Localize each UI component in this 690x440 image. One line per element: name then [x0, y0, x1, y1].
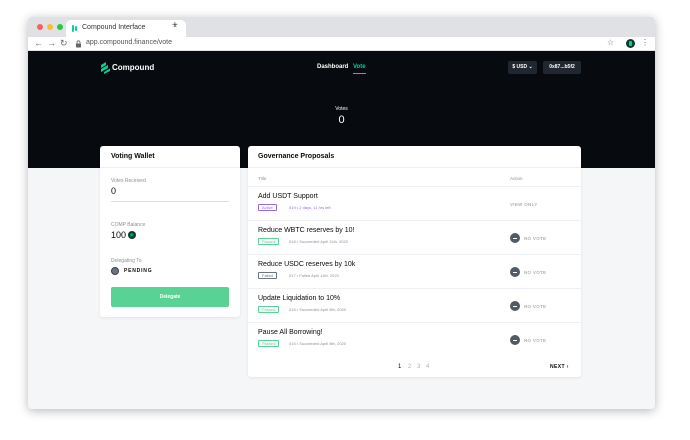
nav-active-underline	[353, 73, 366, 74]
proposal-row[interactable]: Reduce USDC reserves by 10k Failed 017 •…	[248, 254, 581, 288]
reload-icon[interactable]: ↻	[60, 38, 68, 49]
proposal-meta: 015 • Succeeded April 8th, 2020	[289, 341, 346, 346]
close-window-icon[interactable]	[37, 24, 43, 30]
address-bar[interactable]: app.compound.finance/vote	[86, 39, 172, 46]
avatar-icon	[111, 267, 119, 275]
proposal-meta: 017 • Failed April 11th, 2020	[289, 273, 339, 278]
comp-balance-label: COMP Balance	[111, 222, 146, 228]
status-badge: Failed	[258, 272, 277, 279]
proposal-meta: 018 • Succeeded April 11th, 2020	[289, 239, 348, 244]
column-header-action: Action	[510, 176, 523, 181]
minus-circle-icon	[510, 233, 520, 243]
lock-icon	[76, 40, 81, 48]
minus-circle-icon	[510, 267, 520, 277]
proposal-title[interactable]: Update Liquidation to 10%	[258, 295, 340, 302]
status-badge: Active	[258, 204, 277, 211]
currency-selector-button[interactable]: $ USD ⌄	[508, 61, 537, 74]
nav-vote[interactable]: Vote	[353, 64, 366, 70]
next-page-button[interactable]: NEXT ›	[550, 364, 569, 370]
voting-wallet-title: Voting Wallet	[111, 153, 155, 160]
proposal-action[interactable]: NO VOTE	[524, 304, 546, 309]
page-4-link[interactable]: 4	[426, 364, 429, 370]
brand-name[interactable]: Compound	[112, 63, 154, 72]
voting-wallet-card: Voting Wallet Votes Received 0 COMP Bala…	[100, 146, 240, 317]
proposal-action[interactable]: NO VOTE	[524, 236, 546, 241]
votes-received-value: 0	[111, 186, 117, 196]
votes-value: 0	[338, 114, 345, 126]
proposal-meta: 016 • Succeeded April 8th, 2020	[289, 307, 346, 312]
nav-dashboard[interactable]: Dashboard	[317, 64, 348, 70]
comp-token-icon	[128, 231, 136, 239]
column-header-title: Title	[258, 176, 267, 181]
proposal-row[interactable]: Update Liquidation to 10% Passed 016 • S…	[248, 288, 581, 322]
page-1-link[interactable]: 1	[398, 364, 401, 370]
account-button[interactable]: 0x87...b5f2	[543, 61, 581, 74]
proposal-action[interactable]: NO VOTE	[524, 270, 546, 275]
browser-tab-bar: Compound Interface × +	[28, 17, 655, 37]
forward-icon[interactable]: →	[47, 38, 56, 49]
extension-icon[interactable]	[626, 39, 635, 48]
minus-circle-icon	[510, 301, 520, 311]
maximize-window-icon[interactable]	[57, 24, 63, 30]
proposal-title[interactable]: Add USDT Support	[258, 193, 318, 200]
minus-circle-icon	[510, 335, 520, 345]
votes-label: Votes	[335, 106, 348, 112]
delegating-to-label: Delegating To	[111, 258, 142, 264]
browser-window: Compound Interface × + ← → ↻ app.compoun…	[28, 17, 655, 409]
back-icon[interactable]: ←	[34, 38, 43, 49]
divider	[111, 201, 229, 202]
divider	[248, 167, 581, 168]
browser-menu-icon[interactable]: ⋮	[641, 38, 649, 47]
new-tab-icon[interactable]: +	[172, 21, 178, 31]
minimize-window-icon[interactable]	[47, 24, 53, 30]
tab-title: Compound Interface	[82, 24, 146, 31]
proposal-title[interactable]: Reduce WBTC reserves by 10!	[258, 227, 354, 234]
proposal-title[interactable]: Pause All Borrowing!	[258, 329, 323, 336]
browser-tab[interactable]: Compound Interface ×	[66, 20, 186, 37]
proposal-action[interactable]: NO VOTE	[524, 338, 546, 343]
delegate-button[interactable]: Delegate	[111, 287, 229, 307]
proposal-row[interactable]: Reduce WBTC reserves by 10! Passed 018 •…	[248, 220, 581, 254]
status-badge: Passed	[258, 306, 280, 313]
page-2-link[interactable]: 2	[408, 364, 411, 370]
bookmark-star-icon[interactable]: ☆	[607, 38, 614, 47]
proposal-row[interactable]: Add USDT Support Active 019 • 2 days, 11…	[248, 186, 581, 220]
governance-proposals-card: Governance Proposals Title Action Add US…	[248, 146, 581, 377]
page-3-link[interactable]: 3	[417, 364, 420, 370]
comp-balance-value: 100	[111, 230, 127, 240]
divider	[100, 167, 240, 168]
proposal-title[interactable]: Reduce USDC reserves by 10k	[258, 261, 355, 268]
status-badge: Passed	[258, 238, 280, 245]
votes-received-label: Votes Received	[111, 178, 146, 184]
governance-proposals-title: Governance Proposals	[258, 153, 335, 160]
delegating-to-value: PENDING	[124, 268, 153, 274]
proposal-meta: 019 • 2 days, 11 hrs left	[289, 205, 331, 210]
browser-toolbar: ← → ↻ app.compound.finance/vote ☆ ⋮	[28, 37, 655, 51]
compound-favicon-icon	[72, 25, 77, 32]
proposal-action[interactable]: VIEW ONLY	[510, 202, 538, 207]
proposal-row[interactable]: Pause All Borrowing! Passed 015 • Succee…	[248, 322, 581, 356]
status-badge: Passed	[258, 340, 280, 347]
